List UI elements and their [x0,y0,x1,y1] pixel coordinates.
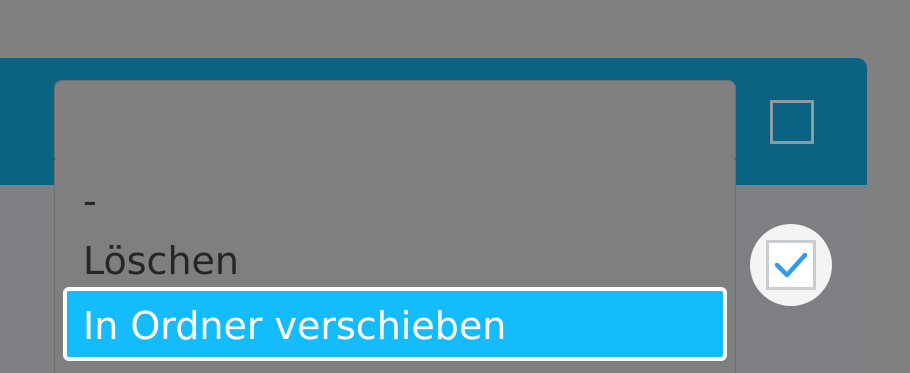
row-checkbox[interactable] [750,224,832,306]
select-all-checkbox-icon[interactable] [770,100,814,144]
option-move-to-folder[interactable]: In Ordner verschieben [63,287,727,361]
checkmark-icon [774,252,808,278]
bulk-action-select[interactable] [54,80,736,164]
option-none[interactable]: - [83,182,97,220]
page: - Löschen In Ordner verschieben [0,0,910,373]
checkbox-checked-icon [766,240,816,290]
option-delete[interactable]: Löschen [83,242,239,280]
option-move-to-folder-label: In Ordner verschieben [83,304,507,348]
bulk-action-listbox: - Löschen In Ordner verschieben [54,160,736,373]
